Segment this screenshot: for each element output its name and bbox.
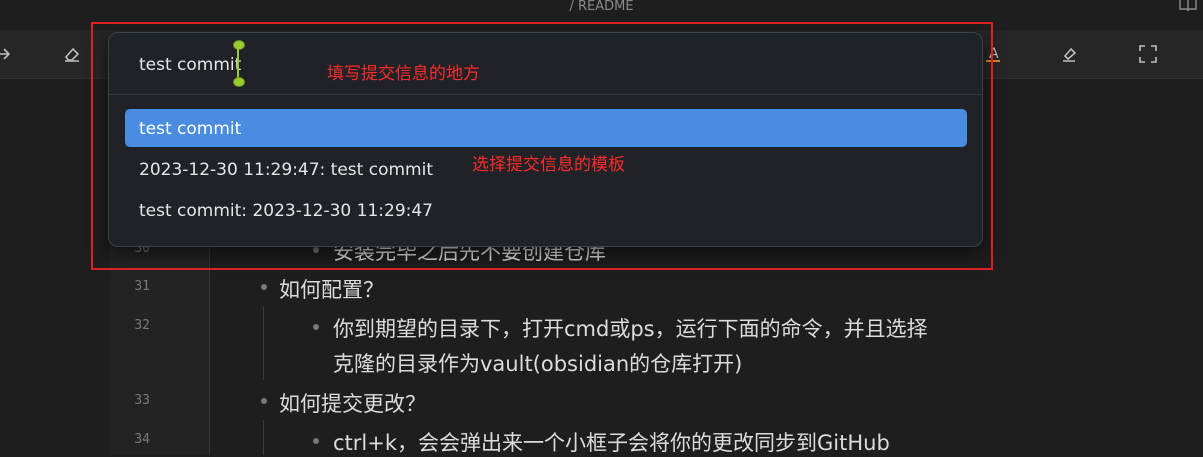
indent-guide	[263, 306, 264, 380]
fullscreen-icon[interactable]	[1138, 44, 1158, 64]
list-item: 你到期望的目录下，打开cmd或ps，运行下面的命令，并且选择	[333, 317, 928, 341]
list-bullet	[313, 438, 319, 444]
line-number: 31	[134, 279, 150, 294]
list-item-continuation: 克隆的目录作为vault(obsidian的仓库打开)	[333, 352, 743, 376]
list-item: ctrl+k，会会弹出来一个小框子会将你的更改同步到GitHub	[333, 431, 890, 455]
highlighter-icon[interactable]	[1060, 44, 1080, 64]
indent-guide	[263, 420, 264, 455]
eraser-icon[interactable]	[62, 44, 82, 64]
list-item: 如何提交更改？	[279, 392, 426, 416]
annotation-input-note: 填写提交信息的地方	[327, 64, 480, 84]
list-bullet	[261, 284, 267, 290]
breadcrumb: / README	[569, 0, 634, 14]
line-number: 32	[134, 318, 150, 333]
line-number: 33	[134, 393, 150, 408]
list-bullet	[313, 324, 319, 330]
book-icon[interactable]	[1179, 0, 1197, 12]
line-number: 34	[134, 432, 150, 447]
annotation-highlight-box	[91, 22, 993, 270]
list-bullet	[261, 398, 267, 404]
redo-icon[interactable]	[0, 44, 14, 64]
annotation-template-note: 选择提交信息的模板	[472, 155, 625, 175]
list-item: 如何配置？	[279, 278, 384, 302]
